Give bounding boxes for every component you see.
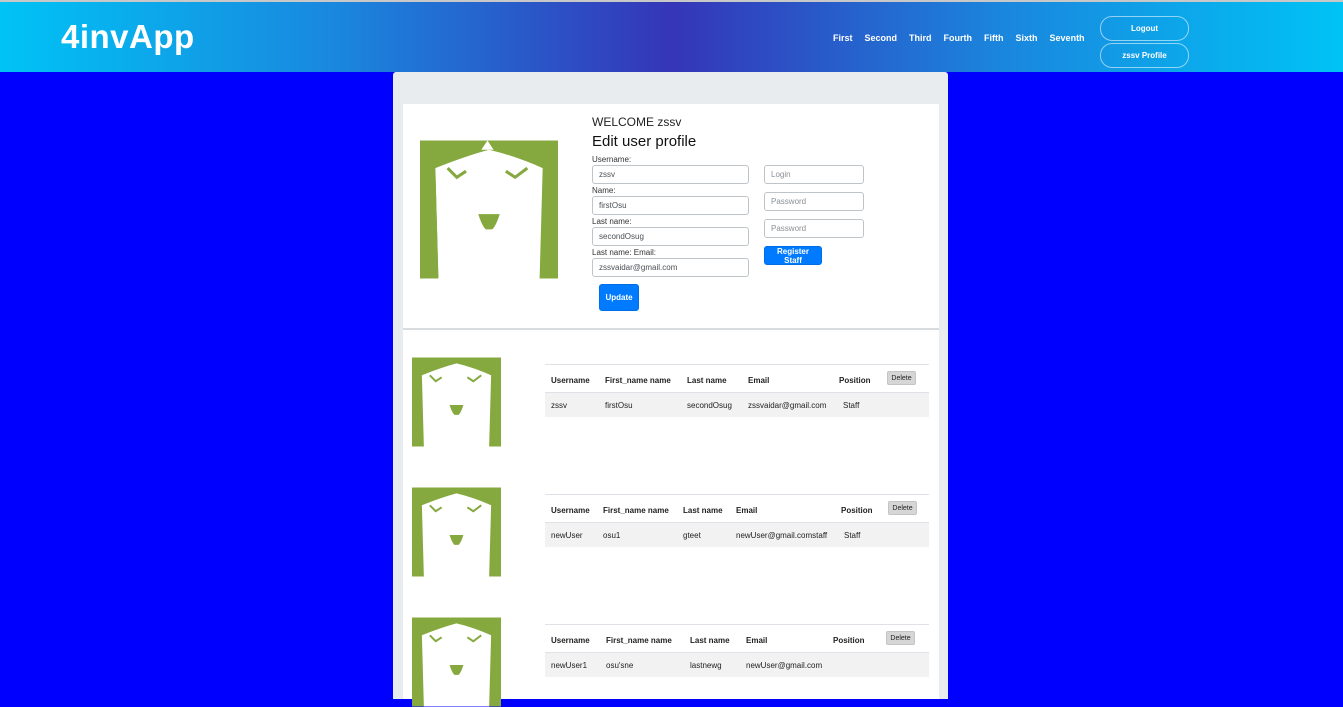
cell-first-name: osu'sne: [606, 661, 634, 670]
cell-last-name: secondOsug: [687, 401, 732, 410]
brand-logo[interactable]: 4invApp: [61, 18, 195, 56]
cell-position: Staff: [843, 401, 860, 410]
col-email: Email: [748, 376, 770, 385]
name-field[interactable]: [592, 196, 749, 215]
cell-username: newUser1: [551, 661, 588, 670]
col-email: Email: [736, 506, 758, 515]
user-avatar: [412, 617, 501, 707]
table-row: [545, 392, 929, 417]
table-header-row: [545, 624, 929, 653]
col-last-name: Last name: [683, 506, 723, 515]
email-label: Last name: Email:: [592, 248, 657, 257]
nav-link-fifth[interactable]: Fifth: [984, 33, 1004, 43]
username-label: Username:: [592, 155, 632, 164]
cell-email: zssvaidar@gmail.com: [748, 401, 827, 410]
logout-button[interactable]: Logout: [1100, 16, 1189, 41]
nav-link-second[interactable]: Second: [865, 33, 898, 43]
register-staff-button[interactable]: Register Staff: [764, 246, 822, 265]
cell-username: zssv: [551, 401, 567, 410]
nav-link-third[interactable]: Third: [909, 33, 932, 43]
cell-username: newUser: [551, 531, 583, 540]
col-first-name: First_name name: [605, 376, 671, 385]
col-last-name: Last name: [687, 376, 727, 385]
table-row: [545, 652, 929, 677]
table-header-row: [545, 364, 929, 393]
col-first-name: First_name name: [603, 506, 669, 515]
login-input[interactable]: [764, 165, 864, 184]
col-last-name: Last name: [690, 636, 730, 645]
profile-avatar: [420, 140, 558, 279]
nav-link-sixth[interactable]: Sixth: [1016, 33, 1038, 43]
cell-email: newUser@gmail.com: [746, 661, 823, 670]
lastname-field[interactable]: [592, 227, 749, 246]
col-first-name: First_name name: [606, 636, 672, 645]
update-button[interactable]: Update: [599, 284, 639, 311]
delete-button[interactable]: Delete: [886, 631, 915, 645]
cell-email: newUser@gmail.comstaff: [736, 531, 828, 540]
nav-link-seventh[interactable]: Seventh: [1050, 33, 1085, 43]
col-position: Position: [833, 636, 865, 645]
col-email: Email: [746, 636, 768, 645]
cell-first-name: osu1: [603, 531, 621, 540]
col-position: Position: [841, 506, 873, 515]
cell-last-name: gteet: [683, 531, 701, 540]
main-nav: First Second Third Fourth Fifth Sixth Se…: [833, 33, 1097, 43]
col-username: Username: [551, 376, 590, 385]
lastname-label: Last name:: [592, 217, 632, 226]
top-navbar: 4invApp First Second Third Fourth Fifth …: [0, 0, 1343, 72]
name-label: Name:: [592, 186, 616, 195]
welcome-text: WELCOME zssv: [592, 115, 682, 129]
page-title: Edit user profile: [592, 133, 697, 150]
cell-position: Staff: [844, 531, 861, 540]
cell-last-name: lastnewg: [690, 661, 722, 670]
col-position: Position: [839, 376, 871, 385]
password-input[interactable]: [764, 192, 864, 211]
delete-button[interactable]: Delete: [887, 371, 916, 385]
col-username: Username: [551, 506, 590, 515]
password-confirm-input[interactable]: [764, 219, 864, 238]
user-avatar: [412, 357, 501, 447]
username-field[interactable]: [592, 165, 749, 184]
nav-link-fourth[interactable]: Fourth: [944, 33, 973, 43]
cell-first-name: firstOsu: [605, 401, 633, 410]
delete-button[interactable]: Delete: [888, 501, 917, 515]
col-username: Username: [551, 636, 590, 645]
user-avatar: [412, 487, 501, 577]
nav-link-first[interactable]: First: [833, 33, 853, 43]
profile-button[interactable]: zssv Profile: [1100, 43, 1189, 68]
email-field[interactable]: [592, 258, 749, 277]
